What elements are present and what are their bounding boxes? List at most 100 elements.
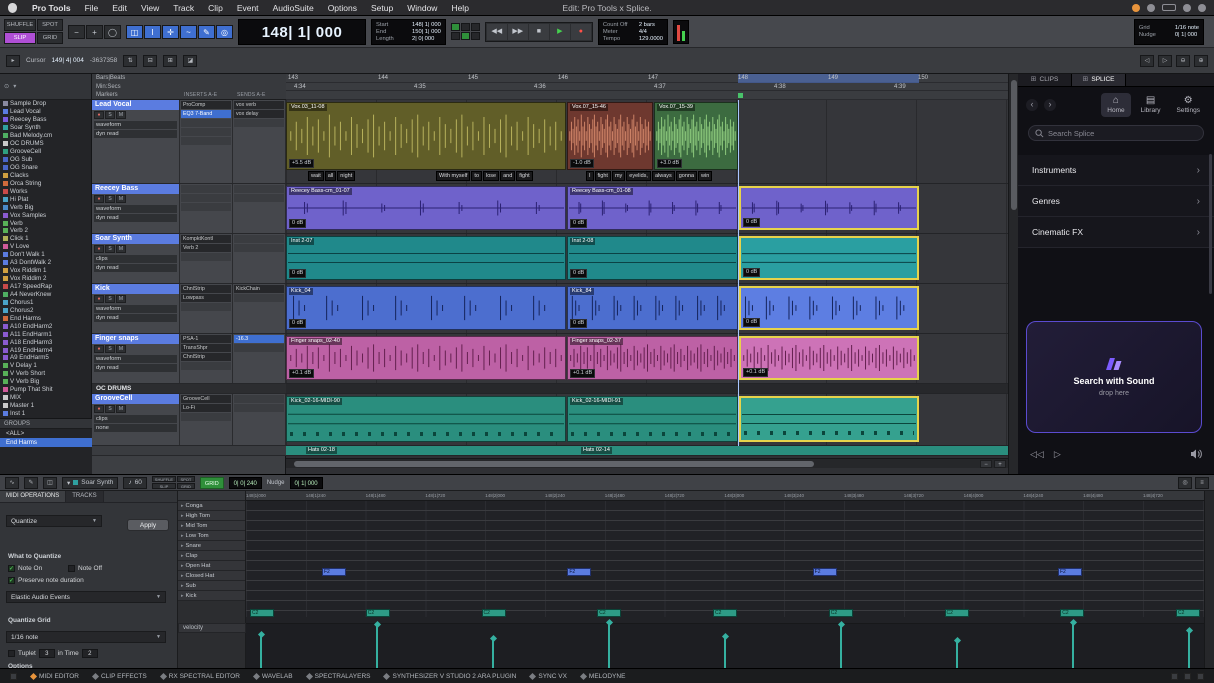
midi-note-grid[interactable]: 148|1|000148|1|240148|1|480148|1|720148|…: [246, 491, 1204, 669]
audio-clip[interactable]: Finger snaps_02-40 +0.1 dB: [286, 336, 566, 380]
track-name[interactable]: Finger snaps: [92, 334, 179, 344]
control-center-icon[interactable]: [1183, 4, 1191, 12]
tuplet-b-field[interactable]: 2: [82, 649, 98, 658]
insert-slot[interactable]: [181, 194, 231, 202]
track-list-menu-icon[interactable]: ⊙: [4, 83, 9, 90]
drum-lane-label[interactable]: ▸ Snare: [178, 541, 245, 551]
midi-note[interactable]: F2: [813, 568, 837, 576]
midi-indicator-icon[interactable]: [451, 32, 460, 40]
menu-item[interactable]: Pro Tools: [25, 3, 78, 13]
transport-button[interactable]: ●: [571, 24, 591, 40]
automation-mode-selector[interactable]: dyn read: [94, 264, 177, 272]
lyric-chip[interactable]: lose: [483, 171, 499, 181]
insert-slot[interactable]: ChnlStrip: [181, 285, 231, 293]
midi-menu-icon[interactable]: ≡: [1195, 477, 1209, 489]
insert-slot[interactable]: [181, 137, 231, 145]
drum-lane-label[interactable]: ▸ Mid Tom: [178, 521, 245, 531]
insert-slot[interactable]: [181, 253, 231, 261]
drum-lane-label[interactable]: ▸ Sub: [178, 581, 245, 591]
solo-button[interactable]: S: [105, 245, 115, 253]
insert-slot[interactable]: [181, 185, 231, 193]
speaker-icon[interactable]: ∿: [5, 477, 19, 489]
send-slot[interactable]: [234, 294, 284, 302]
track-list-item[interactable]: Verb Big: [0, 203, 91, 211]
siri-icon[interactable]: [1198, 4, 1206, 12]
splice-category-row[interactable]: Instruments ›: [1018, 155, 1214, 186]
midi-note[interactable]: C2: [482, 609, 506, 617]
tab-to-transient-icon[interactable]: ▸: [6, 55, 20, 67]
track-view-selector[interactable]: clips: [94, 415, 177, 423]
midi-note[interactable]: F2: [322, 568, 346, 576]
midi-indicator-icon[interactable]: [461, 23, 470, 31]
midi-note[interactable]: C2: [829, 609, 853, 617]
track-list-item[interactable]: A9 EndHarm5: [0, 354, 91, 362]
clip-gain-badge[interactable]: 0 dB: [743, 318, 760, 327]
midi-indicator-icon[interactable]: [461, 32, 470, 40]
midi-note[interactable]: C2: [1060, 609, 1084, 617]
ruler-row-label[interactable]: Bars|Beats: [92, 74, 286, 83]
menu-item[interactable]: AudioSuite: [266, 3, 321, 13]
speaker-icon[interactable]: [1190, 449, 1202, 459]
drum-lane-label[interactable]: ▸ Conga: [178, 501, 245, 511]
track-list-item[interactable]: A18 EndHarm3: [0, 338, 91, 346]
edit-tool-icon[interactable]: ~: [180, 25, 197, 39]
track-list-item[interactable]: Verb 2: [0, 227, 91, 235]
expand-icon[interactable]: ▸: [181, 583, 184, 589]
session-value[interactable]: 2 bars: [639, 22, 655, 28]
track-list-item[interactable]: A19 EndHarm4: [0, 346, 91, 354]
track-list-item[interactable]: Vox Riddim 1: [0, 267, 91, 275]
track-header-groovecell[interactable]: GrooveCell ● S M clips none GrooveCell L…: [92, 394, 286, 446]
operation-selector[interactable]: Quantize▼: [6, 515, 102, 527]
timeline-vscrollbar[interactable]: [1008, 74, 1018, 474]
timeline-ruler[interactable]: 143144145146147148149150 4:344:354:364:3…: [286, 74, 1008, 100]
track-list-item[interactable]: V Verb Big: [0, 378, 91, 386]
clip-gain-badge[interactable]: +3.0 dB: [657, 159, 682, 168]
lane-lead-vocal[interactable]: Vox.03_11-08 +5.5 dB Vox.07_15-46 -1.0 d…: [286, 100, 1008, 184]
window-tab[interactable]: WAVELAB: [254, 673, 293, 680]
insert-slot[interactable]: ChnlStrip: [181, 353, 231, 361]
drum-lane-label[interactable]: ▸ Low Tom: [178, 531, 245, 541]
edit-tool-icon[interactable]: ◫: [126, 25, 143, 39]
midi-vscrollbar[interactable]: [1204, 491, 1214, 669]
velocity-stem[interactable]: [1072, 623, 1074, 669]
solo-button[interactable]: S: [105, 295, 115, 303]
nudge-value[interactable]: 0| 1| 000: [290, 477, 323, 489]
track-list-item[interactable]: A3 DontWalk 2: [0, 259, 91, 267]
track-view-selector[interactable]: waveform: [94, 121, 177, 129]
automation-mode-selector[interactable]: dyn read: [94, 314, 177, 322]
track-list-item[interactable]: Don't Walk 1: [0, 251, 91, 259]
window-tab[interactable]: MIDI EDITOR: [31, 673, 79, 680]
insert-slot[interactable]: [181, 303, 231, 311]
send-slot[interactable]: [234, 244, 284, 252]
window-tab[interactable]: MELODYNE: [581, 673, 625, 680]
solo-button[interactable]: S: [105, 111, 115, 119]
audio-clip[interactable]: Inst 2-07 0 dB: [286, 236, 566, 280]
menu-item[interactable]: Track: [166, 3, 201, 13]
velocity-lane[interactable]: [246, 623, 1204, 669]
insert-slot[interactable]: TransShpr: [181, 344, 231, 352]
lane-kick[interactable]: Kick_04 0 dB Kick_84 0 dB 0 dB: [286, 284, 1008, 334]
lyric-chip[interactable]: and: [500, 171, 515, 181]
edit-tool-icon[interactable]: ✛: [162, 25, 179, 39]
default-velocity[interactable]: ♪ 60: [123, 477, 146, 489]
link-track-icon[interactable]: ⊟: [143, 55, 157, 67]
vscroll-thumb[interactable]: [1011, 80, 1017, 210]
track-header-reecey-bass[interactable]: Reecey Bass ● S M waveform dyn read: [92, 184, 286, 234]
checkbox-icon[interactable]: ✓: [8, 577, 15, 584]
lyric-chip[interactable]: night: [337, 171, 355, 181]
quantize-grid-selector[interactable]: 1/16 note▼: [6, 631, 166, 643]
audio-clip-selected[interactable]: +0.1 dB: [739, 336, 919, 380]
group-item[interactable]: <ALL>: [0, 429, 92, 438]
expand-icon[interactable]: ▸: [181, 573, 184, 579]
menu-item[interactable]: Window: [400, 3, 444, 13]
lane-finger-snaps[interactable]: Finger snaps_02-40 +0.1 dB Finger snaps_…: [286, 334, 1008, 384]
lyric-chip[interactable]: fight: [516, 171, 532, 181]
window-tab[interactable]: SPECTRALAYERS: [307, 673, 371, 680]
drum-lane-label[interactable]: ▸ Kick: [178, 591, 245, 601]
session-value[interactable]: 129.0000: [639, 36, 663, 42]
drum-lane-label[interactable]: ▸ Closed Hat: [178, 571, 245, 581]
solo-button[interactable]: S: [105, 195, 115, 203]
clip-gain-badge[interactable]: 0 dB: [743, 218, 760, 227]
midi-edit-mode-button[interactable]: GRID: [177, 483, 195, 489]
track-list-item[interactable]: Reecey Bass: [0, 116, 91, 124]
